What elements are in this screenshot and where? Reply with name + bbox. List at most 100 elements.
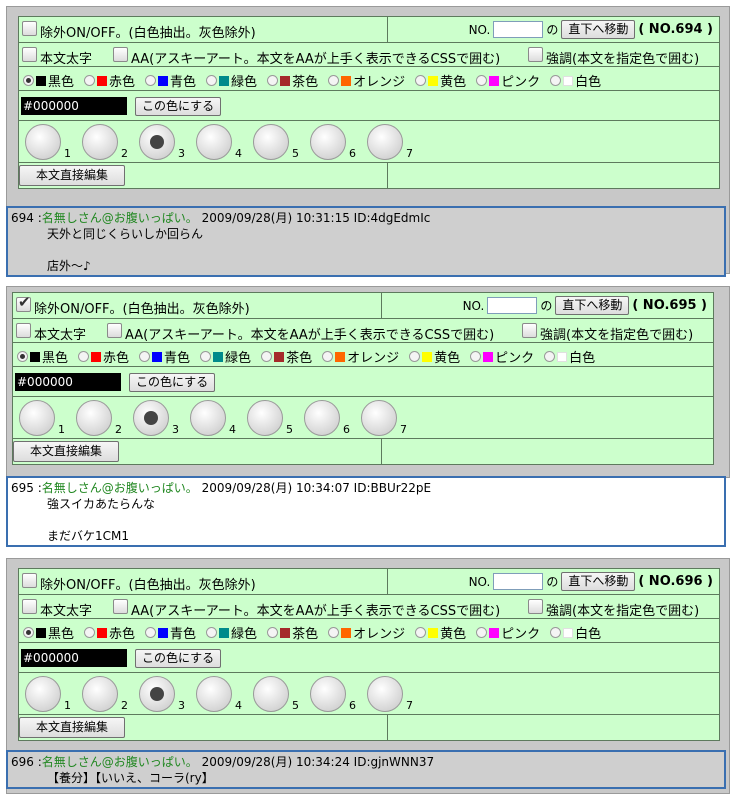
color-option[interactable]: ピンク (470, 347, 534, 366)
jump-button[interactable]: 直下へ移動 (561, 572, 636, 591)
size-option-4[interactable] (196, 124, 232, 160)
color-option[interactable]: 黄色 (415, 71, 466, 90)
color-radio[interactable] (415, 627, 427, 638)
size-option-5[interactable] (253, 124, 289, 160)
size-option-1[interactable] (19, 400, 55, 436)
edit-body-button[interactable]: 本文直接編集 (19, 717, 126, 738)
color-option[interactable]: ピンク (476, 623, 540, 642)
color-radio[interactable] (322, 351, 334, 362)
color-radio[interactable] (476, 75, 488, 86)
color-option[interactable]: 茶色 (267, 71, 318, 90)
jump-button[interactable]: 直下へ移動 (555, 296, 630, 315)
color-option[interactable]: 緑色 (206, 623, 257, 642)
color-radio[interactable] (145, 627, 157, 638)
color-radio[interactable] (206, 627, 218, 638)
size-option-7[interactable] (367, 124, 403, 160)
color-radio[interactable] (409, 351, 421, 362)
size-option-1[interactable] (25, 676, 61, 712)
aa-checkbox[interactable] (113, 47, 128, 62)
exclude-checkbox[interactable] (22, 21, 37, 36)
color-radio[interactable] (145, 75, 157, 86)
post-number-input[interactable] (493, 573, 544, 590)
size-option-2[interactable] (76, 400, 112, 436)
poster-name[interactable]: 名無しさん@お腹いっぱい。 (42, 481, 198, 495)
size-option-3[interactable] (133, 400, 169, 436)
edit-body-button[interactable]: 本文直接編集 (13, 441, 120, 462)
color-radio[interactable] (23, 75, 34, 86)
color-radio[interactable] (17, 351, 28, 362)
color-option[interactable]: 赤色 (78, 347, 129, 366)
color-option[interactable]: オレンジ (328, 623, 405, 642)
aa-checkbox[interactable] (107, 323, 122, 338)
color-option[interactable]: ピンク (476, 71, 540, 90)
color-radio[interactable] (550, 627, 562, 638)
post-number-input[interactable] (493, 21, 544, 38)
color-option[interactable]: 黒色 (17, 347, 68, 366)
color-radio[interactable] (550, 75, 562, 86)
color-radio[interactable] (200, 351, 212, 362)
emphasis-checkbox[interactable] (528, 599, 543, 614)
color-option[interactable]: 黄色 (415, 623, 466, 642)
color-option[interactable]: 赤色 (84, 71, 135, 90)
size-option-6[interactable] (310, 676, 346, 712)
size-option-7[interactable] (367, 676, 403, 712)
size-option-6[interactable] (304, 400, 340, 436)
exclude-checkbox[interactable] (22, 573, 37, 588)
size-option-4[interactable] (196, 676, 232, 712)
color-option[interactable]: 赤色 (84, 623, 135, 642)
apply-color-button[interactable]: この色にする (135, 97, 222, 116)
color-option[interactable]: オレンジ (328, 71, 405, 90)
apply-color-button[interactable]: この色にする (129, 373, 216, 392)
size-option-1[interactable] (25, 124, 61, 160)
color-radio[interactable] (544, 351, 556, 362)
color-radio[interactable] (206, 75, 218, 86)
color-code-input[interactable]: #000000 (15, 373, 121, 391)
size-option-3[interactable] (139, 676, 175, 712)
color-option[interactable]: 青色 (145, 623, 196, 642)
color-option[interactable]: 黒色 (23, 623, 74, 642)
jump-button[interactable]: 直下へ移動 (561, 20, 636, 39)
color-option[interactable]: 黒色 (23, 71, 74, 90)
color-option[interactable]: 白色 (550, 623, 601, 642)
color-option[interactable]: 白色 (544, 347, 595, 366)
color-radio[interactable] (84, 75, 96, 86)
color-radio[interactable] (328, 627, 340, 638)
color-radio[interactable] (267, 75, 279, 86)
color-radio[interactable] (415, 75, 427, 86)
size-option-5[interactable] (253, 676, 289, 712)
color-radio[interactable] (78, 351, 90, 362)
color-option[interactable]: 緑色 (206, 71, 257, 90)
color-option[interactable]: 白色 (550, 71, 601, 90)
color-option[interactable]: 茶色 (261, 347, 312, 366)
color-radio[interactable] (328, 75, 340, 86)
size-option-5[interactable] (247, 400, 283, 436)
emphasis-checkbox[interactable] (528, 47, 543, 62)
color-option[interactable]: 緑色 (200, 347, 251, 366)
color-radio[interactable] (267, 627, 279, 638)
apply-color-button[interactable]: この色にする (135, 649, 222, 668)
color-option[interactable]: 茶色 (267, 623, 318, 642)
size-option-6[interactable] (310, 124, 346, 160)
color-radio[interactable] (470, 351, 482, 362)
bold-checkbox[interactable] (22, 599, 37, 614)
edit-body-button[interactable]: 本文直接編集 (19, 165, 126, 186)
poster-name[interactable]: 名無しさん@お腹いっぱい。 (42, 755, 198, 769)
color-radio[interactable] (139, 351, 151, 362)
color-option[interactable]: 青色 (145, 71, 196, 90)
color-radio[interactable] (84, 627, 96, 638)
size-option-2[interactable] (82, 676, 118, 712)
color-radio[interactable] (23, 627, 34, 638)
color-option[interactable]: 黄色 (409, 347, 460, 366)
size-option-4[interactable] (190, 400, 226, 436)
bold-checkbox[interactable] (16, 323, 31, 338)
post-number-input[interactable] (487, 297, 538, 314)
color-code-input[interactable]: #000000 (21, 649, 127, 667)
color-option[interactable]: 青色 (139, 347, 190, 366)
poster-name[interactable]: 名無しさん@お腹いっぱい。 (42, 211, 198, 225)
size-option-3[interactable] (139, 124, 175, 160)
size-option-2[interactable] (82, 124, 118, 160)
exclude-checkbox[interactable]: ✔ (16, 295, 31, 312)
bold-checkbox[interactable] (22, 47, 37, 62)
color-code-input[interactable]: #000000 (21, 97, 127, 115)
emphasis-checkbox[interactable] (522, 323, 537, 338)
